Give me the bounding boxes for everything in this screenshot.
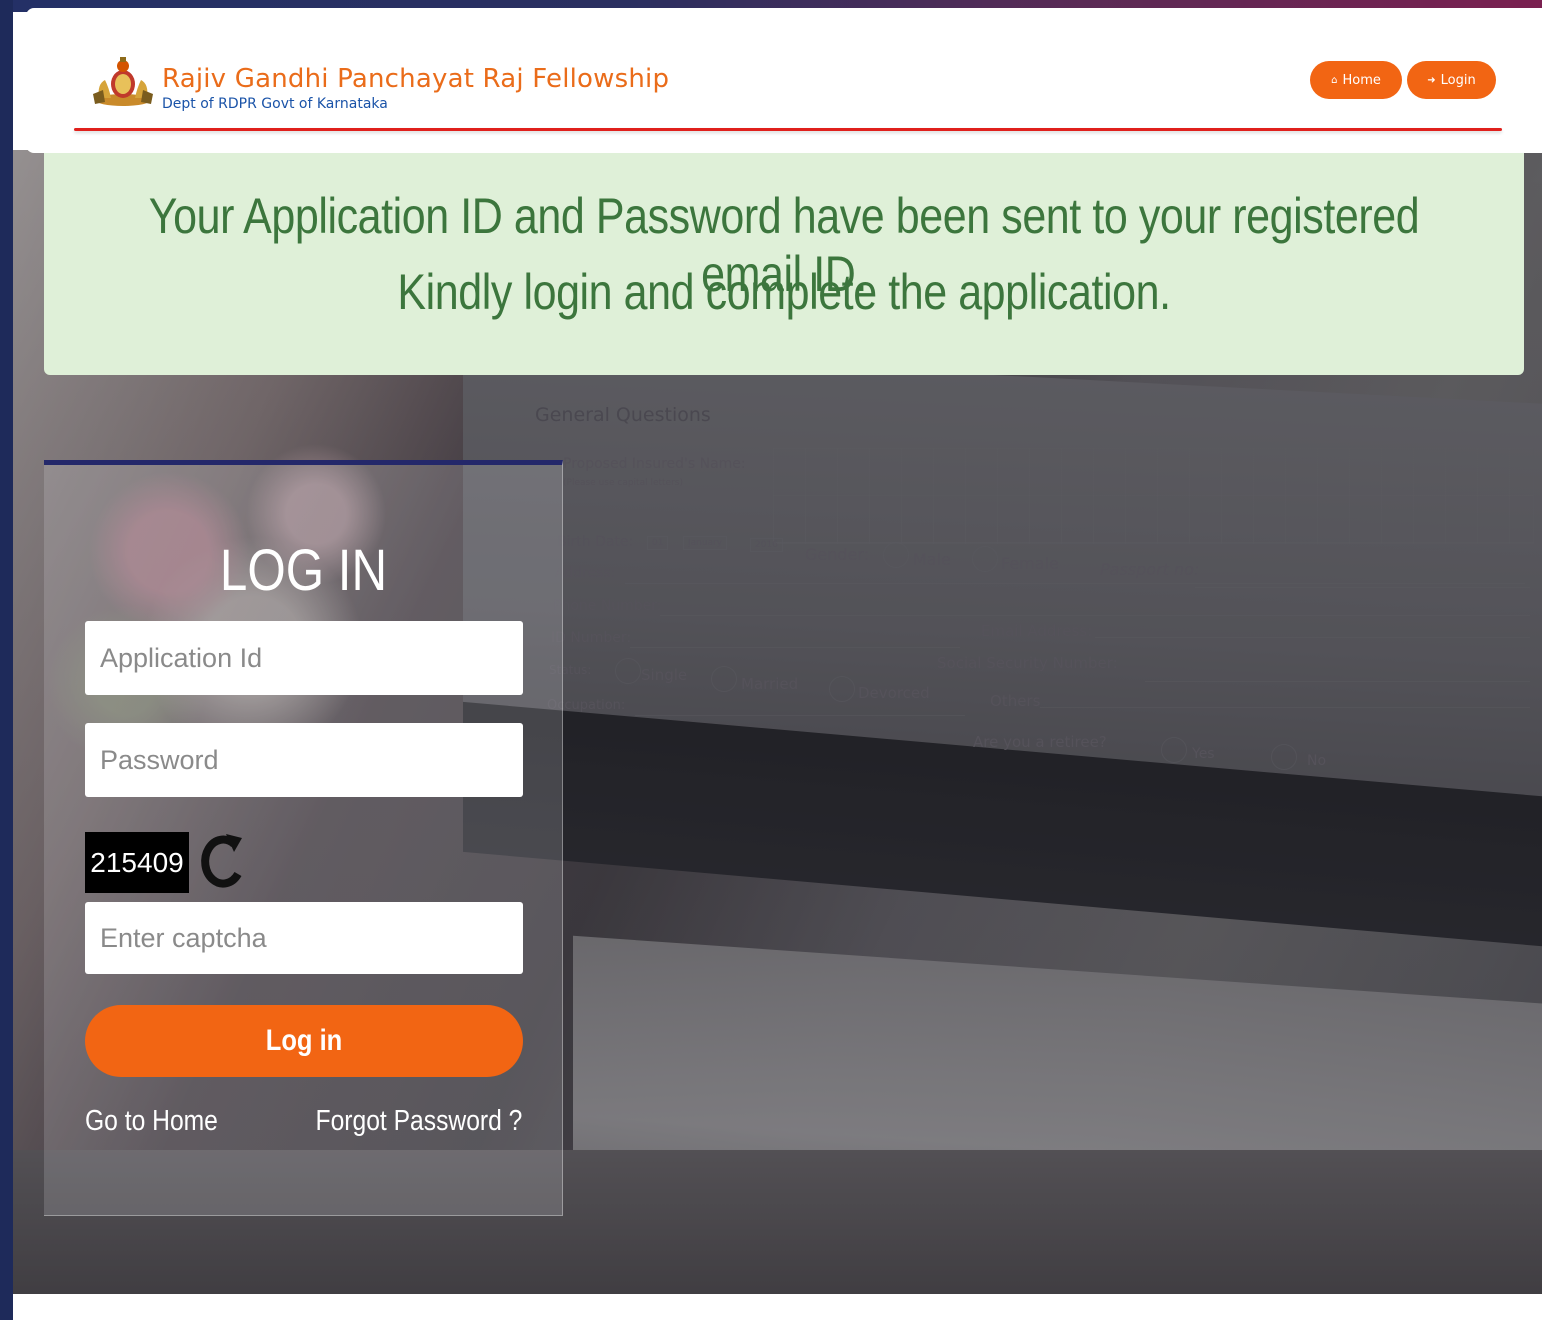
forgot-password-link[interactable]: Forgot Password ? [315,1105,522,1138]
form-married-label: Married [741,675,799,693]
form-single-radio [615,658,641,684]
form-no-radio [1271,744,1297,770]
site-subtitle: Dept of RDPR Govt of Karnataka [162,96,388,112]
form-passport-label: Passport no: [1100,560,1200,579]
form-email-line [1095,637,1530,638]
form-section-title: General Questions [535,404,711,426]
form-male-label: Male [913,550,951,569]
form-month-select: January [683,536,728,550]
form-address-label: Address: [555,565,616,581]
nav-login-label: Login [1440,72,1476,88]
form-divorced-label: Devorced [858,684,930,702]
form-id-line [630,647,960,648]
karnataka-emblem-icon [93,57,153,106]
form-gender-label: Gender: [805,545,870,564]
form-yes-radio [1161,737,1187,763]
form-married-radio [711,666,737,692]
form-others-line [1040,707,1530,708]
form-female-label: Female [1001,554,1059,573]
form-birth-date-label: Birth Date: [557,534,634,550]
form-phone-line [660,615,1530,616]
site-title: Rajiv Gandhi Panchayat Raj Fellowship [162,64,670,94]
login-submit-label: Log in [265,1024,343,1057]
go-to-home-link[interactable]: Go to Home [85,1105,218,1138]
form-no-label: No [1307,753,1327,769]
captcha-code: 215409 [85,832,189,893]
form-name-hint: (Please use capital letters) [563,478,683,488]
nav-login-button[interactable]: ➜ Login [1407,61,1496,99]
success-alert: Your Application ID and Password have be… [44,153,1524,375]
form-female-radio [972,546,998,572]
captcha-input[interactable] [85,902,523,974]
nav-home-button[interactable]: ⌂ Home [1310,61,1402,99]
form-address-line [625,583,1525,584]
login-panel: LOG IN 215409 Log in Go to Home Forgot P… [44,460,563,1216]
form-year-select: 2016 [750,538,783,552]
application-id-input[interactable] [85,621,523,695]
alert-line-2: Kindly login and complete the applicatio… [397,264,1171,320]
form-single-label: Single [641,666,688,684]
form-others-label: Others [990,692,1041,710]
background-form-image: General Questions Proposed Insured's Nam… [535,400,1535,780]
password-input[interactable] [85,723,523,797]
form-divorced-radio [829,676,855,702]
sign-in-icon: ➜ [1427,74,1436,86]
form-id-label: ID Number: [551,630,632,646]
form-yes-label: Yes [1192,746,1215,762]
form-passport-line [1195,587,1530,588]
refresh-icon[interactable] [198,830,246,894]
form-ssn-label: Social Security Number: [937,654,1118,672]
form-male-radio [883,542,909,568]
form-name-boxes [773,448,1534,544]
home-icon: ⌂ [1331,74,1338,86]
form-ssn-line [1145,681,1530,682]
form-occupation-line [635,715,965,716]
nav-home-label: Home [1342,72,1381,88]
form-day-select: 01 [647,536,669,550]
form-name-label: Proposed Insured's Name: [563,456,746,472]
form-retiree-label: Are you a retiree? [973,733,1107,751]
form-phone-label: Phone Number: [553,598,662,614]
page-left-edge [0,0,13,1320]
form-email-label: Email Address: [981,622,1093,640]
login-title: LOG IN [219,538,388,603]
login-submit-button[interactable]: Log in [85,1005,523,1077]
